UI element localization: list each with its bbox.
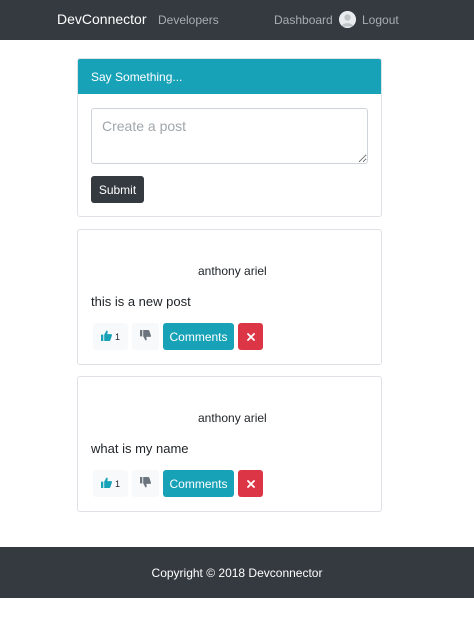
post-actions: 1 Comments	[93, 470, 263, 497]
thumbs-down-icon	[140, 330, 151, 343]
post-author: anthony ariel	[198, 411, 267, 425]
post-card: anthony ariel this is a new post 1 Comme…	[77, 229, 382, 365]
times-icon	[246, 476, 255, 491]
footer-copyright: Copyright © 2018 Devconnector	[151, 565, 323, 580]
post-text: this is a new post	[91, 294, 191, 309]
brand-link[interactable]: DevConnector	[57, 11, 147, 27]
nav-logout-link[interactable]: Logout	[362, 13, 399, 27]
delete-button[interactable]	[238, 323, 263, 350]
dislike-button[interactable]	[132, 470, 159, 497]
delete-button[interactable]	[238, 470, 263, 497]
post-textarea[interactable]	[91, 108, 368, 164]
thumbs-up-icon	[100, 330, 112, 343]
thumbs-down-icon	[140, 477, 151, 490]
submit-button[interactable]: Submit	[91, 176, 144, 203]
user-avatar-icon[interactable]	[339, 11, 356, 28]
post-form-header: Say Something...	[78, 59, 381, 94]
navbar: DevConnector Developers Dashboard Logout	[0, 0, 474, 40]
comments-button[interactable]: Comments	[163, 323, 234, 350]
like-count: 1	[114, 478, 120, 489]
post-text: what is my name	[91, 441, 189, 456]
times-icon	[246, 329, 255, 344]
post-form-card: Say Something... Submit	[77, 58, 382, 217]
like-count: 1	[114, 331, 120, 342]
footer: Copyright © 2018 Devconnector	[0, 547, 474, 598]
comments-button[interactable]: Comments	[163, 470, 234, 497]
like-button[interactable]: 1	[93, 323, 128, 350]
post-author: anthony ariel	[198, 264, 267, 278]
post-card: anthony ariel what is my name 1 Comments	[77, 376, 382, 512]
nav-developers-link[interactable]: Developers	[158, 13, 219, 27]
nav-dashboard-link[interactable]: Dashboard	[274, 13, 333, 27]
thumbs-up-icon	[100, 477, 112, 490]
post-actions: 1 Comments	[93, 323, 263, 350]
dislike-button[interactable]	[132, 323, 159, 350]
like-button[interactable]: 1	[93, 470, 128, 497]
